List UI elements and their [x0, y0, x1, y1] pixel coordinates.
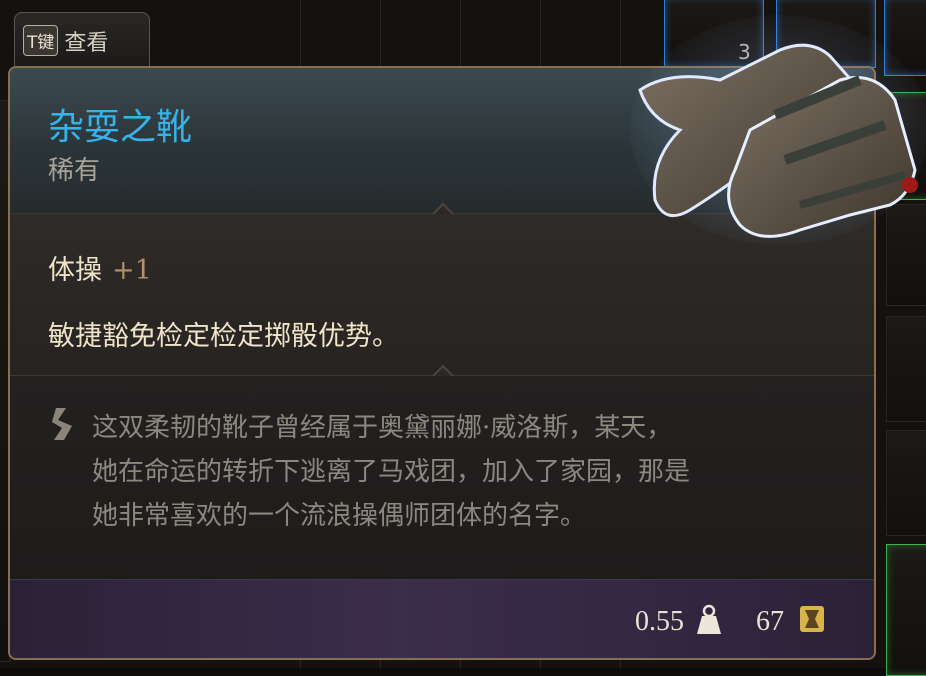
- lore-text: 这双柔韧的靴子曾经属于奥黛丽娜·威洛斯，某天， 她在命运的转折下逃离了马戏团，加…: [92, 406, 852, 538]
- stack-count: 3: [738, 40, 751, 64]
- inventory-slot[interactable]: [886, 204, 926, 306]
- stat-bonus: 体操 +1: [48, 248, 152, 287]
- item-weight: 0.55: [635, 606, 684, 637]
- item-effect: 敏捷豁免检定检定掷骰优势。: [48, 321, 399, 352]
- inventory-slot[interactable]: [776, 0, 876, 68]
- lore-line: 她在命运的转折下逃离了马戏团，加入了家园，那是: [92, 457, 691, 487]
- lore-line: 她非常喜欢的一个流浪操偶师团体的名字。: [92, 501, 587, 531]
- inventory-slot[interactable]: [886, 544, 926, 676]
- inventory-slot[interactable]: [884, 0, 926, 76]
- item-tooltip: 杂耍之靴 稀有 体操 +1 敏捷豁免检定检定掷骰优势。 这双柔韧的靴子曾经属于奥黛…: [8, 66, 876, 660]
- stats-section: 体操 +1 敏捷豁免检定检定掷骰优势。: [10, 214, 874, 376]
- inventory-slot[interactable]: [886, 316, 926, 422]
- inventory-slot[interactable]: [886, 92, 926, 200]
- stat-value: +1: [112, 255, 152, 286]
- tooltip-footer: 0.55 67: [10, 579, 874, 658]
- inventory-slot[interactable]: [886, 430, 926, 536]
- lore-section: 这双柔韧的靴子曾经属于奥黛丽娜·威洛斯，某天， 她在命运的转折下逃离了马戏团，加…: [10, 376, 874, 584]
- keybind-badge: T键: [23, 25, 59, 56]
- weight-icon: [697, 604, 721, 634]
- stat-name: 体操: [48, 255, 102, 286]
- quote-icon: [52, 408, 72, 440]
- tooltip-header: 杂耍之靴 稀有: [10, 68, 874, 214]
- gold-coin-icon: [800, 606, 824, 632]
- lore-line: 这双柔韧的靴子曾经属于奥黛丽娜·威洛斯，某天，: [92, 413, 673, 443]
- item-name: 杂耍之靴: [48, 107, 193, 148]
- item-price: 67: [756, 606, 784, 637]
- inspect-label: 查看: [64, 30, 109, 56]
- item-rarity: 稀有: [48, 156, 101, 186]
- inspect-tab[interactable]: T键 查看: [14, 12, 150, 68]
